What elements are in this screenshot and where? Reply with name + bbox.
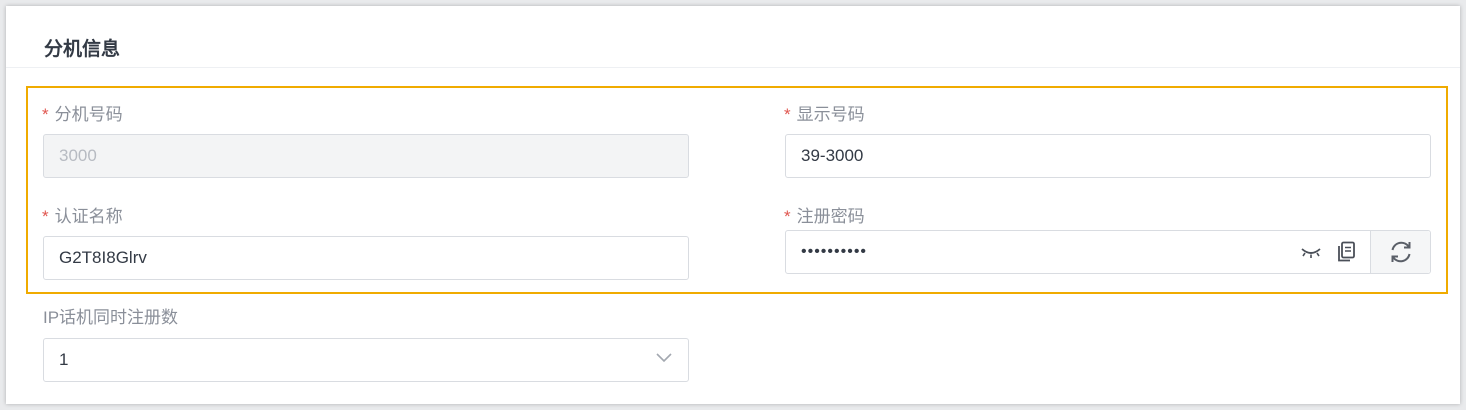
caller-id-value: 39-3000 bbox=[801, 146, 864, 165]
auth-name-label: * 认证名称 bbox=[42, 207, 123, 226]
required-mark: * bbox=[784, 105, 791, 124]
extension-info-panel: 分机信息 * 分机号码 3000 * 显示号码 39-3000 * 认证名称 G2T8… bbox=[6, 6, 1460, 404]
extension-number-input[interactable]: 3000 bbox=[43, 134, 689, 178]
caller-id-input[interactable]: 39-3000 bbox=[785, 134, 1431, 178]
chevron-down-icon bbox=[656, 353, 672, 363]
required-mark: * bbox=[42, 207, 49, 226]
refresh-password-button[interactable] bbox=[1370, 231, 1430, 273]
register-password-label: * 注册密码 bbox=[784, 207, 865, 226]
register-password-input[interactable]: •••••••••• bbox=[785, 230, 1431, 274]
extension-number-label: * 分机号码 bbox=[42, 105, 123, 124]
register-password-value: •••••••••• bbox=[801, 243, 868, 260]
concurrent-registrations-select[interactable]: 1 bbox=[43, 338, 689, 382]
auth-name-value: G2T8I8Glrv bbox=[59, 248, 147, 267]
eye-closed-icon[interactable] bbox=[1300, 245, 1322, 259]
extension-number-value: 3000 bbox=[59, 146, 97, 165]
section-title: 分机信息 bbox=[44, 39, 121, 60]
caller-id-label: * 显示号码 bbox=[784, 105, 865, 124]
refresh-icon bbox=[1388, 239, 1414, 265]
auth-name-input[interactable]: G2T8I8Glrv bbox=[43, 236, 689, 280]
concurrent-registrations-label: IP话机同时注册数 bbox=[43, 308, 179, 327]
concurrent-registrations-value: 1 bbox=[59, 350, 69, 369]
required-mark: * bbox=[784, 207, 791, 226]
required-mark: * bbox=[42, 105, 49, 124]
copy-icon[interactable] bbox=[1336, 241, 1356, 263]
section-divider bbox=[6, 67, 1460, 68]
